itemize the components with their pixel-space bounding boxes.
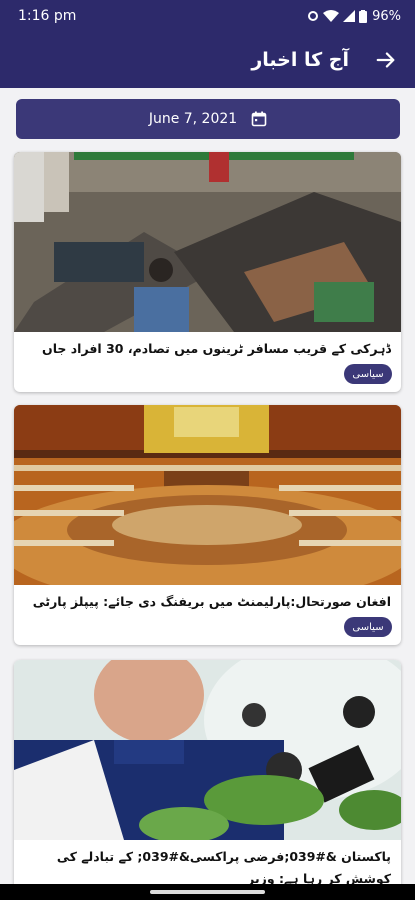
app-bar: آج کا اخبار — [0, 32, 415, 88]
battery-percentage: 96% — [372, 8, 401, 24]
status-right: 96% — [307, 9, 401, 24]
status-bar: 1:16 pm 96% — [0, 0, 415, 32]
news-headline: پاکستان &#039;فرضی پراکسی&#039; کے تبادل… — [56, 849, 391, 886]
status-icons — [307, 9, 368, 23]
wifi-icon — [323, 10, 340, 22]
news-image-parliament — [14, 405, 401, 585]
signal-icon — [343, 10, 356, 22]
news-card[interactable]: افغان صورتحال:پارلیمنٹ میں بریفنگ دی جائ… — [14, 405, 401, 645]
news-image-train-crash — [14, 152, 401, 332]
news-headline: ڈہرکی کے قریب مسافر ٹرینوں میں تصادم، 30… — [42, 341, 391, 378]
date-picker-button[interactable]: June 7, 2021 — [16, 99, 400, 139]
arrow-right-icon[interactable] — [375, 49, 397, 71]
category-badge[interactable]: سیاسی — [344, 364, 392, 384]
home-gesture-handle[interactable] — [150, 890, 265, 894]
news-card[interactable]: پاکستان &#039;فرضی پراکسی&#039; کے تبادل… — [14, 660, 401, 900]
category-badge[interactable]: سیاسی — [344, 617, 392, 637]
calendar-icon — [251, 111, 267, 127]
news-card[interactable]: ڈہرکی کے قریب مسافر ٹرینوں میں تصادم، 30… — [14, 152, 401, 392]
page-title: آج کا اخبار — [251, 49, 349, 71]
news-image-speaker — [14, 660, 401, 840]
gear-icon — [308, 11, 319, 21]
date-label: June 7, 2021 — [148, 111, 238, 127]
news-headline: افغان صورتحال:پارلیمنٹ میں بریفنگ دی جائ… — [32, 594, 391, 609]
battery-icon — [359, 9, 368, 23]
status-time: 1:16 pm — [18, 8, 77, 24]
